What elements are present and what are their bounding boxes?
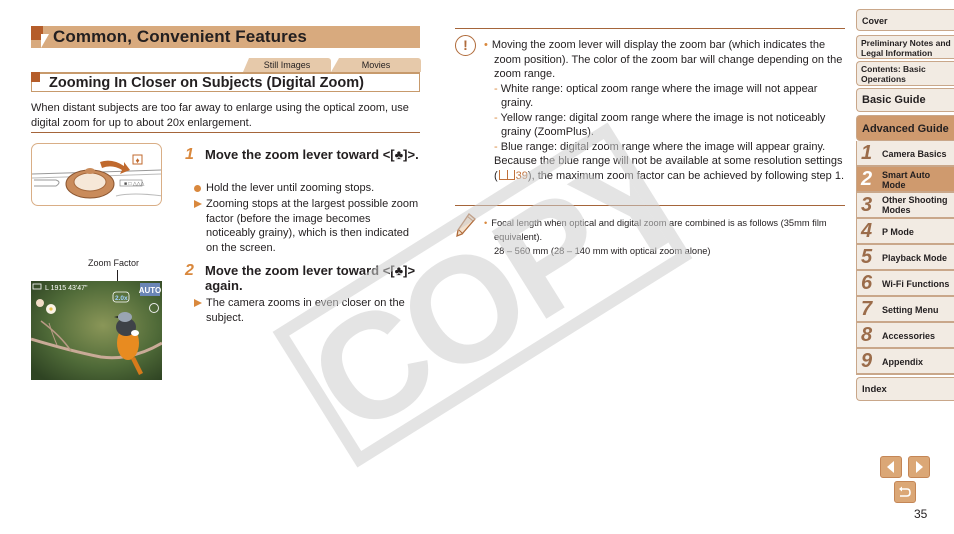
sidebar-item-basic-guide[interactable]: Basic Guide <box>856 88 954 112</box>
sidebar-chapter-6[interactable]: 6 Wi-Fi Functions <box>856 271 954 297</box>
step-heading: Move the zoom lever toward <[♣]> again. <box>205 263 416 293</box>
tab-movies: Movies <box>331 58 421 72</box>
page-title: Common, Convenient Features <box>53 27 307 46</box>
note-bullet: • Focal length when optical and digital z… <box>484 218 827 242</box>
chapter-number: 3 <box>861 194 873 216</box>
page-number: 35 <box>914 507 928 521</box>
sidebar-chapter-9[interactable]: 9 Appendix <box>856 349 954 375</box>
svg-text:2.0x: 2.0x <box>115 295 128 302</box>
section-title-box: Zooming In Closer on Subjects (Digital Z… <box>31 72 420 92</box>
note-detail: 28 – 560 mm (28 – 140 mm with optical zo… <box>494 246 711 256</box>
chapter-number: 1 <box>861 142 873 164</box>
step-item: Hold the lever until zooming stops. <box>193 181 423 196</box>
step-item: Zooming stops at the largest possible zo… <box>193 197 423 256</box>
chapter-number: 5 <box>861 246 873 268</box>
result-arrow-icon <box>194 200 202 208</box>
range-item: - Blue range: digital zoom range where t… <box>494 140 845 182</box>
svg-text:AUTO: AUTO <box>139 286 162 295</box>
result-arrow-icon <box>194 299 202 307</box>
divider <box>455 205 845 206</box>
arrow-right-icon <box>916 461 923 473</box>
screen-readout: L 1915 43'47" <box>45 285 88 292</box>
sidebar-chapter-8[interactable]: 8 Accessories <box>856 323 954 349</box>
sidebar-chapter-3[interactable]: 3 Other Shooting Modes <box>856 193 954 219</box>
sidebar-item-index[interactable]: Index <box>856 377 954 401</box>
sidebar-chapter-7[interactable]: 7 Setting Menu <box>856 297 954 323</box>
pencil-icon <box>455 212 477 238</box>
sidebar-item-advanced-guide[interactable]: Advanced Guide <box>856 115 954 141</box>
zoom-factor-label: Zoom Factor <box>88 258 140 268</box>
divider <box>31 132 420 133</box>
zoom-lever-illustration: ♦ ■ □ △△△ <box>31 143 162 206</box>
section-title: Zooming In Closer on Subjects (Digital Z… <box>49 75 364 91</box>
note-block: • Focal length when optical and digital z… <box>484 216 849 258</box>
step-number: 1 <box>185 146 194 163</box>
chapter-number: 7 <box>861 298 873 320</box>
chapter-number: 9 <box>861 350 873 372</box>
book-icon <box>498 169 515 180</box>
range-item: - White range: optical zoom range where … <box>494 82 818 110</box>
bullet-dot-icon <box>194 185 201 192</box>
chapter-number: 4 <box>861 220 873 242</box>
tab-still-images: Still Images <box>243 58 331 72</box>
range-item: - Yellow range: digital zoom range where… <box>494 111 826 139</box>
svg-text:♦: ♦ <box>135 156 139 165</box>
chapter-number: 6 <box>861 272 873 294</box>
step-item: The camera zooms in even closer on the s… <box>193 296 423 325</box>
sidebar-item-preliminary-notes[interactable]: Preliminary Notes and Legal Information <box>856 35 954 59</box>
page-reference-link[interactable]: 39 <box>498 169 528 182</box>
next-page-button[interactable] <box>908 456 930 478</box>
sidebar-item-contents[interactable]: Contents: Basic Operations <box>856 61 954 86</box>
camera-screen-illustration: L 1915 43'47" 2.0x AUTO <box>31 281 162 380</box>
section-marker-icon <box>31 72 40 82</box>
return-icon <box>899 486 911 497</box>
sidebar-item-cover[interactable]: Cover <box>856 9 954 31</box>
sidebar-chapter-4[interactable]: 4 P Mode <box>856 219 954 245</box>
divider <box>455 28 845 29</box>
caution-icon: ! <box>455 35 476 56</box>
page-title-bar: Common, Convenient Features <box>31 26 420 48</box>
return-button[interactable] <box>894 481 916 503</box>
svg-text:■ □ △△△: ■ □ △△△ <box>124 181 145 187</box>
previous-page-button[interactable] <box>880 456 902 478</box>
sidebar-chapter-2[interactable]: 2 Smart Auto Mode <box>856 167 954 193</box>
step-number: 2 <box>185 262 194 279</box>
step-heading: Move the zoom lever toward <[♣]>. <box>205 147 419 162</box>
caution-block: • Moving the zoom lever will display the … <box>484 38 849 183</box>
chapter-number: 8 <box>861 324 873 346</box>
sidebar-chapter-5[interactable]: 5 Playback Mode <box>856 245 954 271</box>
sidebar-chapter-1[interactable]: 1 Camera Basics <box>856 141 954 167</box>
intro-text: When distant subjects are too far away t… <box>31 102 409 129</box>
caution-bullet: • Moving the zoom lever will display the … <box>484 39 843 80</box>
chapter-number: 2 <box>861 168 873 190</box>
arrow-left-icon <box>887 461 894 473</box>
